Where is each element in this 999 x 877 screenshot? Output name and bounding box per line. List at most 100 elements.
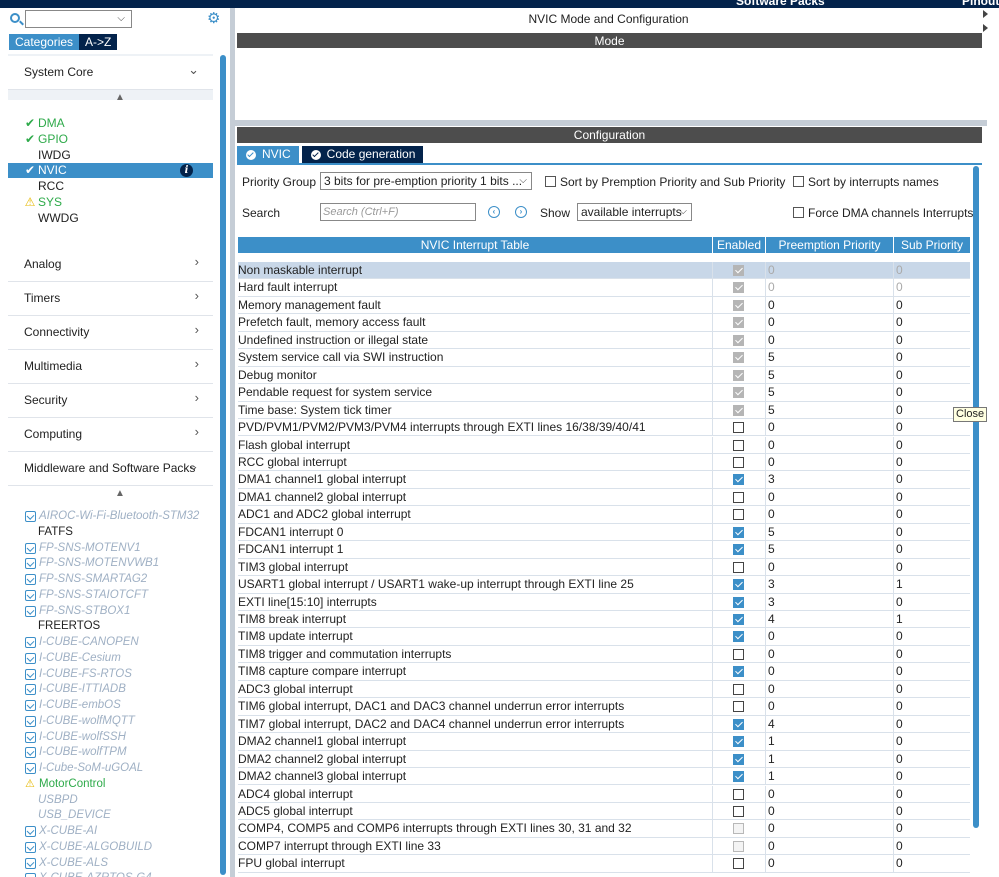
sub-priority[interactable]: 0 [894, 646, 970, 663]
table-row[interactable]: TIM8 trigger and commutation interrupts 0… [238, 645, 970, 664]
pack-item[interactable]: X-CUBE-ALGOBUILD [8, 840, 213, 856]
preemption-priority[interactable]: 0 [766, 855, 893, 872]
sub-priority[interactable]: 0 [894, 698, 970, 715]
header-enabled[interactable]: Enabled [713, 237, 765, 253]
sub-priority[interactable]: 0 [894, 559, 970, 576]
sub-priority[interactable]: 0 [894, 663, 970, 680]
left-scrollbar[interactable] [220, 55, 226, 875]
preemption-priority[interactable]: 0 [766, 279, 893, 296]
search-icon[interactable] [10, 13, 20, 23]
table-row[interactable]: COMP4, COMP5 and COMP6 interrupts throug… [238, 820, 970, 838]
table-row[interactable]: Prefetch fault, memory access fault 0 0 [238, 314, 970, 332]
priority-group-select[interactable]: 3 bits for pre-emption priority 1 bits .… [320, 172, 532, 190]
pack-item[interactable]: USB_DEVICE [8, 808, 213, 824]
pack-item[interactable]: I-Cube-SoM-uGOAL [8, 761, 213, 777]
category-middleware[interactable]: Middleware and Software Packs ⌄ [8, 452, 213, 486]
table-row[interactable]: ADC4 global interrupt 0 0 [238, 785, 970, 803]
tab-a-to-z[interactable]: A->Z [79, 34, 118, 50]
sub-priority[interactable]: 0 [894, 279, 970, 296]
preemption-priority[interactable]: 3 [766, 594, 893, 611]
sub-priority[interactable]: 0 [894, 733, 970, 750]
enabled-checkbox[interactable] [733, 648, 744, 660]
preemption-priority[interactable]: 0 [766, 698, 893, 715]
sub-priority[interactable]: 0 [894, 506, 970, 523]
table-row[interactable]: Flash global interrupt 0 0 [238, 436, 970, 454]
pack-item[interactable]: FP-SNS-SMARTAG2 [8, 572, 213, 588]
preemption-priority[interactable]: 0 [766, 332, 893, 349]
system-core-item[interactable]: ✔ GPIO [8, 132, 213, 147]
table-row[interactable]: RCC global interrupt 0 0 [238, 453, 970, 472]
enabled-checkbox[interactable] [733, 858, 744, 870]
collapse-arrows[interactable] [983, 8, 999, 38]
table-row[interactable]: PVD/PVM1/PVM2/PVM3/PVM4 interrupts throu… [238, 419, 970, 437]
search-previous-icon[interactable]: ‹ [488, 206, 500, 218]
table-row[interactable]: FDCAN1 interrupt 1 50 [238, 541, 970, 559]
show-select[interactable]: available interrupts ⌵ [577, 203, 692, 221]
header-sub-priority[interactable]: Sub Priority [894, 237, 970, 253]
sub-priority[interactable]: 0 [894, 367, 970, 384]
enabled-checkbox[interactable] [733, 736, 744, 748]
category-system-core[interactable]: System Core ⌄ [8, 56, 213, 90]
preemption-priority[interactable]: 0 [766, 803, 893, 820]
sub-priority[interactable]: 0 [894, 297, 970, 314]
enabled-checkbox[interactable] [733, 561, 744, 573]
sub-priority[interactable]: 0 [894, 594, 970, 611]
enabled-checkbox[interactable] [733, 718, 744, 730]
system-core-item[interactable]: IWDG [8, 148, 213, 163]
table-row[interactable]: DMA2 channel2 global interrupt 1 0 [238, 750, 970, 769]
system-core-item[interactable]: ✔ DMA [8, 116, 213, 131]
sub-priority[interactable]: 0 [894, 786, 970, 803]
force-dma-checkbox[interactable] [793, 207, 804, 218]
enabled-checkbox[interactable] [733, 526, 744, 538]
pack-item[interactable]: I-CUBE-wolfTPM [8, 745, 213, 761]
table-row[interactable]: Debug monitor 5 0 [238, 366, 970, 385]
chevron-down-icon[interactable]: ⌵ [117, 13, 125, 24]
enabled-checkbox[interactable] [733, 753, 744, 765]
system-core-item[interactable]: WWDG [8, 211, 213, 226]
enabled-checkbox[interactable] [733, 579, 744, 591]
sub-priority[interactable]: 0 [894, 524, 970, 541]
pack-item[interactable]: I-CUBE-embOS [8, 698, 213, 714]
header-preemption[interactable]: Preemption Priority [766, 237, 893, 253]
preemption-priority[interactable]: 4 [766, 716, 893, 733]
sort-premption-checkbox[interactable] [545, 176, 556, 187]
pack-item[interactable]: USBPD [8, 793, 213, 809]
enabled-checkbox[interactable] [733, 456, 744, 468]
table-row[interactable]: USART1 global interrupt / USART1 wake-up… [238, 576, 970, 594]
table-row[interactable]: TIM3 global interrupt 0 0 [238, 558, 970, 577]
enabled-checkbox[interactable] [733, 422, 744, 434]
preemption-priority[interactable]: 0 [766, 419, 893, 436]
preemption-priority[interactable]: 0 [766, 437, 893, 454]
sort-names-checkbox[interactable] [793, 176, 804, 187]
table-row[interactable]: Non maskable interrupt 0 0 [238, 262, 970, 280]
sub-priority[interactable]: 0 [894, 471, 970, 488]
pack-item[interactable]: AIROC-Wi-Fi-Bluetooth-STM32 [8, 509, 213, 525]
tab-code-generation[interactable]: Code generation [301, 146, 424, 163]
table-row[interactable]: TIM6 global interrupt, DAC1 and DAC3 cha… [238, 698, 970, 716]
enabled-checkbox[interactable] [733, 439, 744, 451]
sub-priority[interactable]: 0 [894, 855, 970, 872]
table-row[interactable]: DMA2 channel1 global interrupt 1 0 [238, 733, 970, 751]
table-row[interactable]: TIM8 break interrupt 4 1 [238, 611, 970, 629]
sort-icon[interactable]: ▲ [115, 92, 125, 103]
preemption-priority[interactable]: 1 [766, 751, 893, 768]
pack-item[interactable]: I-CUBE-ITTIADB [8, 682, 213, 698]
pack-item[interactable]: X-CUBE-AI [8, 824, 213, 840]
table-row[interactable]: Pendable request for system service 5 0 [238, 384, 970, 402]
preemption-priority[interactable]: 0 [766, 681, 893, 698]
preemption-priority[interactable]: 0 [766, 663, 893, 680]
preemption-priority[interactable]: 0 [766, 628, 893, 645]
sub-priority[interactable]: 1 [894, 576, 970, 593]
preemption-priority[interactable]: 0 [766, 646, 893, 663]
table-row[interactable]: System service call via SWI instruction 5… [238, 349, 970, 367]
table-row[interactable]: Memory management fault 0 0 [238, 296, 970, 315]
table-row[interactable]: TIM8 capture compare interrupt 0 0 [238, 663, 970, 681]
preemption-priority[interactable]: 3 [766, 576, 893, 593]
preemption-priority[interactable]: 0 [766, 262, 893, 279]
preemption-priority[interactable]: 0 [766, 454, 893, 471]
sub-priority[interactable]: 0 [894, 332, 970, 349]
table-row[interactable]: TIM8 update interrupt 0 0 [238, 628, 970, 646]
system-core-item[interactable]: RCC [8, 179, 213, 194]
sub-priority[interactable]: 0 [894, 716, 970, 733]
table-row[interactable]: Time base: System tick timer 5 0 [238, 401, 970, 420]
